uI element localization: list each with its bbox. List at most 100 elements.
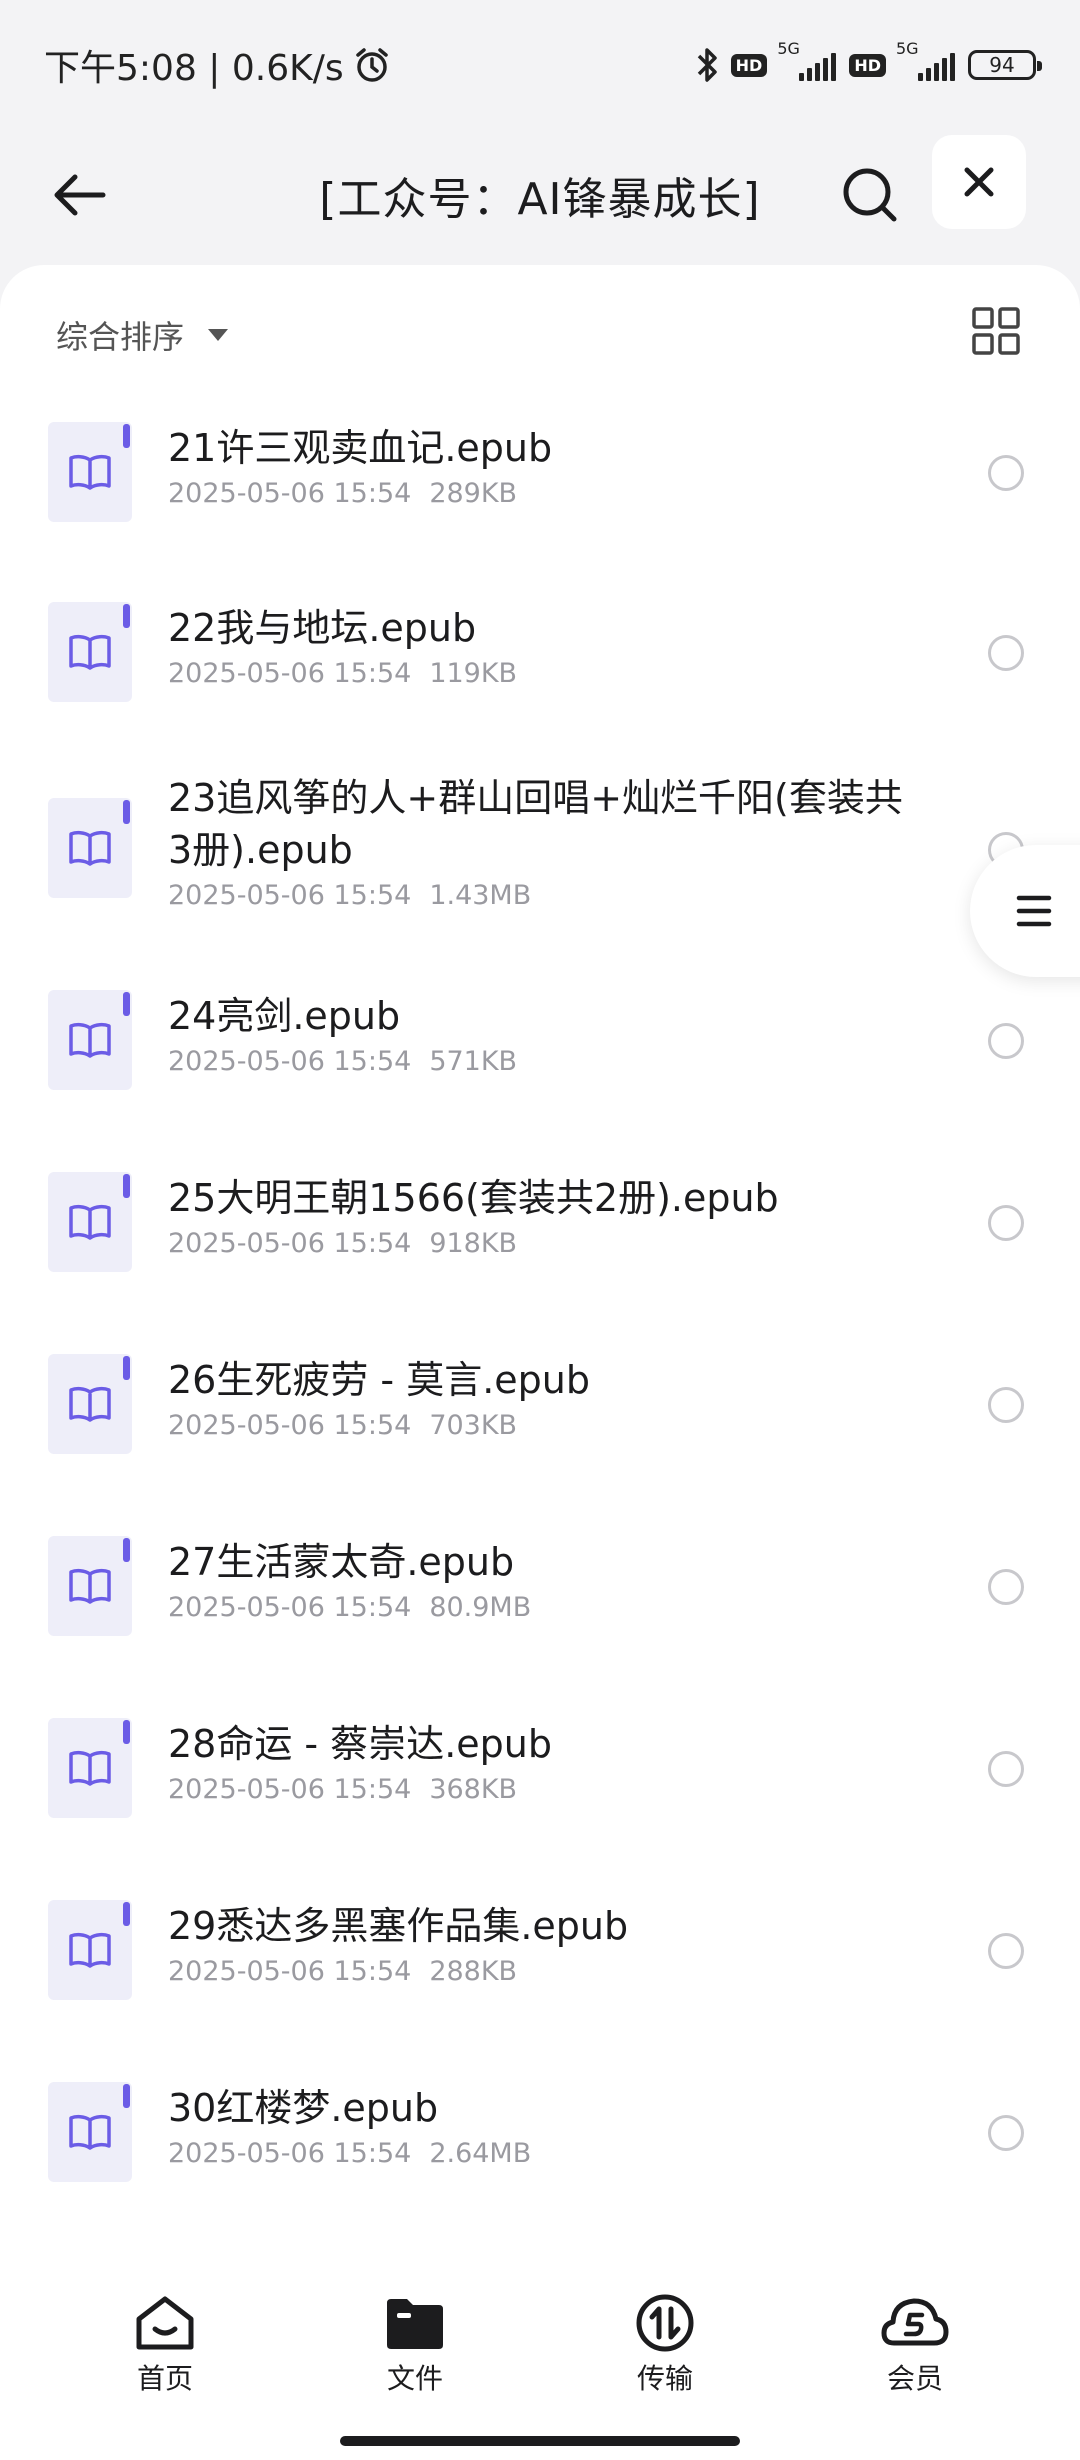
book-icon [69,634,111,670]
file-info: 26生死疲劳 - 莫言.epub 2025-05-06 15:54 703KB [168,1354,920,1441]
select-checkbox[interactable] [988,455,1024,491]
file-meta: 2025-05-06 15:54 703KB [168,1410,920,1441]
file-meta: 2025-05-06 15:54 368KB [168,1774,920,1805]
signal-icon: 5G [896,39,958,81]
file-size: 289KB [429,478,518,509]
file-meta: 2025-05-06 15:54 119KB [168,658,920,689]
epub-file-icon [48,1718,132,1818]
file-info: 23追风筝的人+群山回唱+灿烂千阳(套装共3册).epub 2025-05-06… [168,772,920,911]
file-row[interactable]: 29悉达多黑塞作品集.epub 2025-05-06 15:54 288KB [0,1886,1080,2068]
file-info: 21许三观卖血记.epub 2025-05-06 15:54 289KB [168,422,920,509]
search-button[interactable] [830,155,910,235]
alarm-icon [355,48,388,82]
file-row[interactable]: 26生死疲劳 - 莫言.epub 2025-05-06 15:54 703KB [0,1340,1080,1522]
epub-file-icon [48,798,132,898]
network-label: 5G [777,39,800,58]
nav-item-transfer[interactable]: 传输 [540,2265,790,2460]
select-checkbox[interactable] [988,1569,1024,1605]
select-checkbox[interactable] [988,2115,1024,2151]
file-info: 24亮剑.epub 2025-05-06 15:54 571KB [168,990,920,1077]
file-name: 26生死疲劳 - 莫言.epub [168,1358,591,1402]
file-date: 2025-05-06 15:54 [168,1956,412,1987]
file-row[interactable]: 24亮剑.epub 2025-05-06 15:54 571KB [0,976,1080,1158]
bluetooth-icon [697,48,717,82]
file-name: 29悉达多黑塞作品集.epub [168,1904,629,1948]
status-bar: 下午5:08 | 0.6K/s HD 5G HD 5G 94 [0,0,1080,130]
home-indicator [340,2436,740,2446]
epub-file-icon [48,1536,132,1636]
file-meta: 2025-05-06 15:54 288KB [168,1956,920,1987]
nav-label: 首页 [136,2362,193,2395]
file-date: 2025-05-06 15:54 [168,1592,412,1623]
file-row[interactable]: 23追风筝的人+群山回唱+灿烂千阳(套装共3册).epub 2025-05-06… [0,764,1080,976]
file-name: 27生活蒙太奇.epub [168,1540,515,1584]
close-button[interactable] [932,135,1026,229]
book-icon [69,830,111,866]
book-icon [69,1750,111,1786]
file-row[interactable]: 21许三观卖血记.epub 2025-05-06 15:54 289KB [0,400,1080,582]
file-date: 2025-05-06 15:54 [168,1228,412,1259]
vip-icon [881,2298,949,2346]
nav-label: 传输 [636,2362,693,2395]
file-date: 2025-05-06 15:54 [168,880,412,911]
file-meta: 2025-05-06 15:54 918KB [168,1228,920,1259]
file-meta: 2025-05-06 15:54 571KB [168,1046,920,1077]
file-info: 29悉达多黑塞作品集.epub 2025-05-06 15:54 288KB [168,1900,920,1987]
file-row[interactable]: 25大明王朝1566(套装共2册).epub 2025-05-06 15:54 9… [0,1158,1080,1340]
nav-item-files[interactable]: 文件 [290,2265,540,2460]
file-list: 21许三观卖血记.epub 2025-05-06 15:54 289KB 22我与… [0,400,1080,2250]
file-info: 30红楼梦.epub 2025-05-06 15:54 2.64MB [168,2082,920,2169]
select-checkbox[interactable] [988,1387,1024,1423]
close-icon [964,167,994,197]
select-checkbox[interactable] [988,1751,1024,1787]
file-meta: 2025-05-06 15:54 2.64MB [168,2138,920,2169]
file-date: 2025-05-06 15:54 [168,1046,412,1077]
nav-label: 文件 [386,2362,443,2395]
select-checkbox[interactable] [988,1023,1024,1059]
file-info: 22我与地坛.epub 2025-05-06 15:54 119KB [168,602,920,689]
sort-dropdown[interactable]: 综合排序 [56,305,229,365]
battery-level: 94 [989,53,1015,77]
file-size: 288KB [429,1956,518,1987]
book-icon [69,2114,111,2150]
file-size: 918KB [429,1228,518,1259]
page-title: [工众号：AI锋暴成长] [319,174,761,225]
home-icon [136,2296,194,2350]
select-checkbox[interactable] [988,1933,1024,1969]
epub-file-icon [48,602,132,702]
file-row[interactable]: 27生活蒙太奇.epub 2025-05-06 15:54 80.9MB [0,1522,1080,1704]
grid-view-icon[interactable] [970,305,1022,357]
file-date: 2025-05-06 15:54 [168,658,412,689]
epub-file-icon [48,1900,132,2000]
file-info: 28命运 - 蔡崇达.epub 2025-05-06 15:54 368KB [168,1718,920,1805]
file-size: 119KB [429,658,518,689]
file-row[interactable]: 30红楼梦.epub 2025-05-06 15:54 2.64MB [0,2068,1080,2250]
back-button[interactable] [44,160,114,230]
nav-item-vip[interactable]: 会员 [790,2265,1040,2460]
hd-badge: HD [849,53,886,77]
select-checkbox[interactable] [988,635,1024,671]
epub-file-icon [48,1354,132,1454]
status-time: 下午5:08 | 0.6K/s [44,48,344,89]
search-icon [843,168,897,222]
select-checkbox[interactable] [988,1205,1024,1241]
file-size: 571KB [429,1046,518,1077]
file-date: 2025-05-06 15:54 [168,1410,412,1441]
epub-file-icon [48,990,132,1090]
book-icon [69,1568,111,1604]
file-name: 24亮剑.epub [168,994,401,1038]
file-name: 23追风筝的人+群山回唱+灿烂千阳(套装共3册).epub [168,776,903,872]
file-name: 30红楼梦.epub [168,2086,439,2130]
network-label: 5G [896,39,919,58]
nav-item-home[interactable]: 首页 [40,2265,290,2460]
file-row[interactable]: 22我与地坛.epub 2025-05-06 15:54 119KB [0,582,1080,764]
battery-icon: 94 [968,50,1042,80]
file-row[interactable]: 28命运 - 蔡崇达.epub 2025-05-06 15:54 368KB [0,1704,1080,1886]
header: [工众号：AI锋暴成长] [0,130,1080,260]
file-size: 2.64MB [429,2138,532,2169]
file-size: 368KB [429,1774,518,1805]
book-icon [69,1932,111,1968]
book-icon [69,1386,111,1422]
hd-badge: HD [730,53,768,77]
file-size: 703KB [429,1410,518,1441]
